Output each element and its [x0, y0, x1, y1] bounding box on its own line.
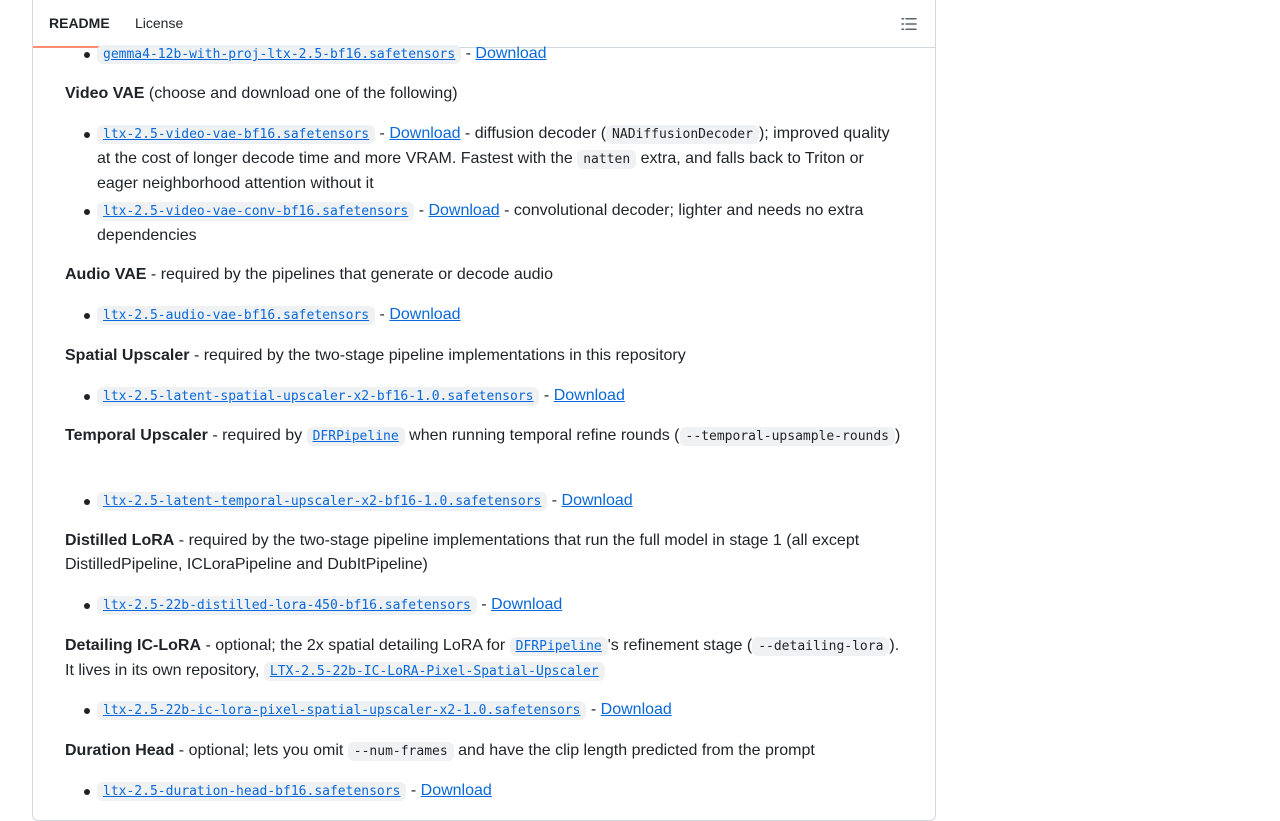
spatial-upscaler-download-link[interactable]: Download [554, 387, 625, 404]
list-item: ltx-2.5-video-vae-conv-bf16.safetensors … [84, 199, 905, 248]
audio-vae-heading: Audio VAE - required by the pipelines th… [65, 263, 905, 287]
list-item: ltx-2.5-latent-temporal-upscaler-x2-bf16… [84, 489, 905, 514]
list-item: ltx-2.5-22b-distilled-lora-450-bf16.safe… [84, 593, 905, 618]
section-desc: - required by the pipelines that generat… [146, 266, 553, 283]
ic-lora-download-link[interactable]: Download [601, 701, 672, 718]
dfr-pipeline-link[interactable]: DFRPipeline [509, 637, 608, 656]
video-vae-conv-download-link[interactable]: Download [428, 202, 499, 219]
list-item: ltx-2.5-22b-ic-lora-pixel-spatial-upscal… [84, 698, 905, 723]
list-item: ltx-2.5-video-vae-bf16.safetensors - Dow… [84, 122, 905, 196]
readme-tab-bar: README License [33, 0, 935, 48]
section-title: Temporal Upscaler [65, 427, 208, 444]
spatial-upscaler-file-link[interactable]: ltx-2.5-latent-spatial-upscaler-x2-bf16-… [97, 387, 540, 406]
section-desc: - required by the two-stage pipeline imp… [65, 532, 860, 573]
list-item: ltx-2.5-audio-vae-bf16.safetensors - Dow… [84, 303, 905, 328]
video-vae-download-link[interactable]: Download [389, 125, 460, 142]
inline-code: natten [577, 150, 637, 169]
item-text: - optional; the 2x spatial detailing LoR… [201, 637, 510, 654]
section-title: Distilled LoRA [65, 532, 175, 549]
outline-list-icon[interactable] [901, 16, 917, 32]
separator: - [476, 596, 492, 613]
detailing-ic-lora-heading: Detailing IC-LoRA - optional; the 2x spa… [65, 634, 905, 684]
duration-head-file-link[interactable]: ltx-2.5-duration-head-bf16.safetensors [97, 782, 407, 801]
audio-vae-file-link[interactable]: ltx-2.5-audio-vae-bf16.safetensors [97, 306, 376, 325]
item-text: 's refinement stage ( [607, 637, 753, 654]
separator: - [375, 125, 390, 142]
list-item: ltx-2.5-latent-spatial-upscaler-x2-bf16-… [84, 384, 905, 409]
item-text: - optional; lets you omit [174, 742, 348, 759]
item-text: - required by [207, 427, 307, 444]
separator: - [461, 45, 476, 62]
section-title: Audio VAE [65, 266, 147, 283]
section-title: Video VAE [65, 85, 145, 102]
temporal-upscaler-file-link[interactable]: ltx-2.5-latent-temporal-upscaler-x2-bf16… [97, 492, 548, 511]
section-desc: - required by the two-stage pipeline imp… [189, 347, 686, 364]
item-text: ) [895, 427, 901, 444]
ic-lora-repo-link[interactable]: LTX-2.5-22b-IC-LoRA-Pixel-Spatial-Upscal… [263, 662, 605, 681]
separator: - [414, 202, 429, 219]
distilled-lora-heading: Distilled LoRA - required by the two-sta… [65, 529, 905, 577]
separator: - [586, 701, 601, 718]
audio-vae-download-link[interactable]: Download [389, 306, 460, 323]
item-text: and have the clip length predicted from … [453, 742, 815, 759]
list-item: gemma4-12b-with-proj-ltx-2.5-bf16.safete… [84, 42, 905, 67]
duration-head-download-link[interactable]: Download [421, 782, 492, 799]
inline-code: --num-frames [347, 742, 454, 761]
video-vae-heading: Video VAE (choose and download one of th… [65, 82, 905, 106]
section-desc: (choose and download one of the followin… [144, 85, 458, 102]
inline-code: --detailing-lora [752, 637, 890, 656]
separator: - [406, 782, 421, 799]
inline-code: --temporal-upsample-rounds [679, 427, 896, 446]
distilled-lora-file-link[interactable]: ltx-2.5-22b-distilled-lora-450-bf16.safe… [97, 596, 477, 615]
distilled-lora-download-link[interactable]: Download [491, 596, 562, 613]
section-title: Spatial Upscaler [65, 347, 190, 364]
list-item: ltx-2.5-duration-head-bf16.safetensors -… [84, 779, 905, 804]
dfr-pipeline-link[interactable]: DFRPipeline [306, 427, 405, 446]
inline-code: NADiffusionDecoder [606, 125, 759, 144]
gemma-file-link[interactable]: gemma4-12b-with-proj-ltx-2.5-bf16.safete… [97, 45, 462, 64]
video-vae-file-link[interactable]: ltx-2.5-video-vae-bf16.safetensors [97, 125, 376, 144]
temporal-upscaler-heading: Temporal Upscaler - required by DFRPipel… [65, 424, 905, 449]
item-text: when running temporal refine rounds ( [404, 427, 680, 444]
separator: - [547, 492, 562, 509]
item-text: - diffusion decoder ( [460, 125, 607, 142]
gemma-download-link[interactable]: Download [475, 45, 546, 62]
spatial-upscaler-heading: Spatial Upscaler - required by the two-s… [65, 344, 905, 368]
separator: - [375, 306, 390, 323]
tab-readme[interactable]: README [33, 0, 118, 48]
separator: - [539, 387, 554, 404]
video-vae-conv-file-link[interactable]: ltx-2.5-video-vae-conv-bf16.safetensors [97, 202, 415, 221]
duration-head-heading: Duration Head - optional; lets you omit … [65, 739, 905, 764]
section-title: Duration Head [65, 742, 175, 759]
readme-panel: README License gemma4-12b-with-proj-ltx-… [32, 0, 936, 821]
temporal-upscaler-download-link[interactable]: Download [562, 492, 633, 509]
tab-license[interactable]: License [135, 0, 183, 47]
section-title: Detailing IC-LoRA [65, 637, 201, 654]
ic-lora-file-link[interactable]: ltx-2.5-22b-ic-lora-pixel-spatial-upscal… [97, 701, 587, 720]
